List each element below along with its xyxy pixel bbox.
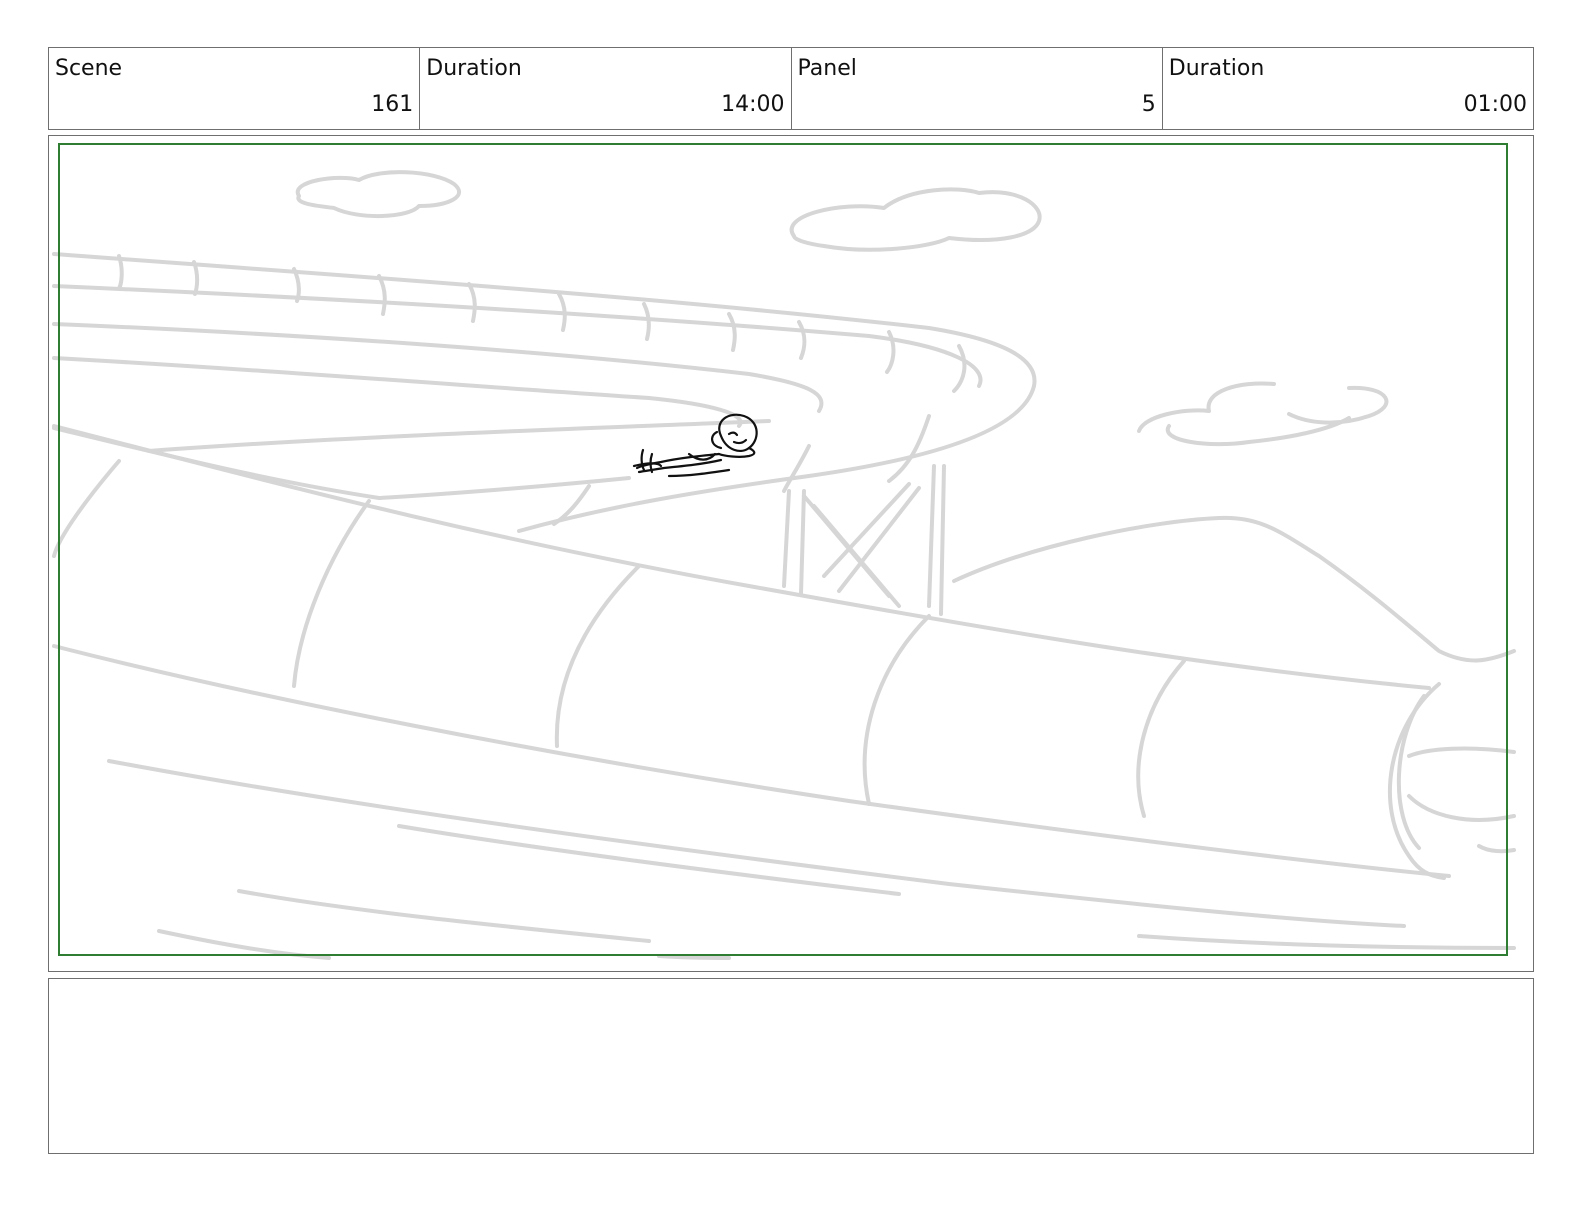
panel-cell: Panel 5 [792, 48, 1163, 129]
scene-duration-value: 14:00 [721, 92, 785, 117]
scene-number: 161 [371, 92, 414, 117]
panel-duration-cell: Duration 01:00 [1163, 48, 1533, 129]
scene-label: Scene [55, 56, 123, 81]
scene-duration-label: Duration [426, 56, 522, 81]
panel-label: Panel [797, 56, 857, 81]
scene-cell: Scene 161 [49, 48, 421, 129]
storyboard-header: Scene 161 Duration 14:00 Panel 5 Duratio… [48, 47, 1534, 130]
panel-sketch [52, 143, 1516, 960]
scene-duration-cell: Duration 14:00 [420, 48, 792, 129]
background-sketch [52, 170, 1516, 960]
panel-notes-box[interactable] [48, 978, 1534, 1154]
panel-duration-label: Duration [1168, 56, 1265, 81]
panel-duration-value: 01:00 [1463, 92, 1527, 117]
panel-number: 5 [1141, 92, 1156, 117]
safe-area-frame [58, 143, 1508, 956]
storyboard-panel-frame [48, 135, 1534, 972]
